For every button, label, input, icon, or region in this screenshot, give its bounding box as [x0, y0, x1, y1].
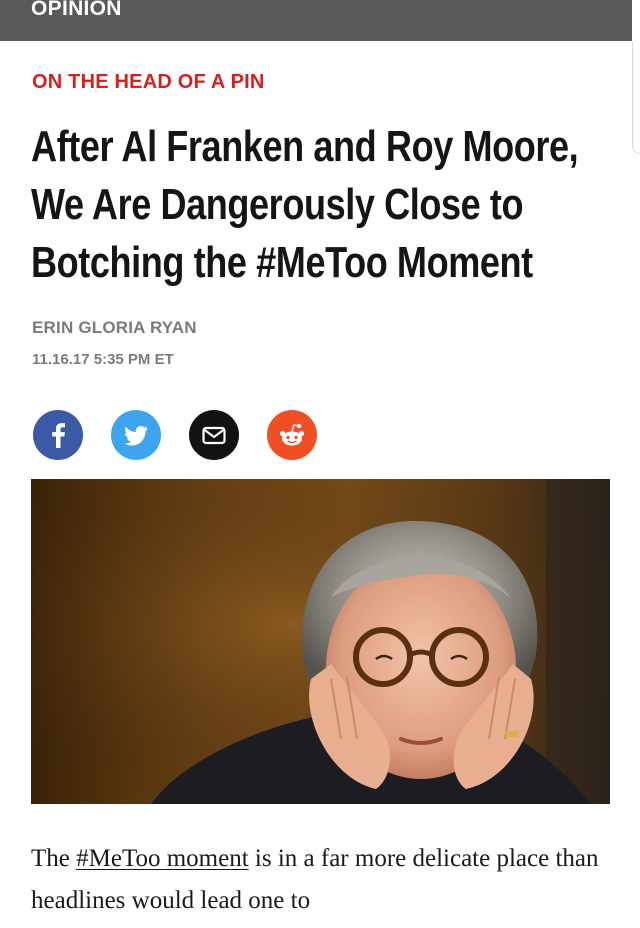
article-kicker[interactable]: ON THE HEAD OF A PIN [32, 71, 265, 94]
facebook-icon [52, 423, 65, 448]
headline-line: Botching the #MeToo Moment [31, 238, 533, 287]
share-reddit-button[interactable] [267, 410, 317, 460]
article-body-paragraph: The #MeToo moment is in a far more delic… [31, 838, 621, 922]
body-text-start: The [31, 845, 77, 872]
scroll-edge [632, 42, 640, 154]
share-email-button[interactable] [189, 410, 239, 460]
portrait-image [31, 479, 610, 804]
reddit-icon [279, 423, 305, 446]
headline-line: We Are Dangerously Close to [31, 180, 524, 229]
share-facebook-button[interactable] [33, 410, 83, 460]
section-label[interactable]: OPINION [31, 0, 122, 21]
email-icon [202, 426, 226, 445]
twitter-icon [124, 426, 148, 446]
hero-photo[interactable] [31, 479, 610, 804]
article-headline: After Al Franken and Roy Moore, We Are D… [31, 118, 579, 292]
publish-date: 11.16.17 5:35 PM ET [32, 351, 174, 368]
author-byline[interactable]: ERIN GLORIA RYAN [32, 318, 197, 338]
section-header-bar: OPINION [0, 0, 632, 41]
headline-line: After Al Franken and Roy Moore, [31, 122, 579, 171]
metoo-moment-link[interactable]: #MeToo moment [76, 845, 249, 872]
share-twitter-button[interactable] [111, 410, 161, 460]
